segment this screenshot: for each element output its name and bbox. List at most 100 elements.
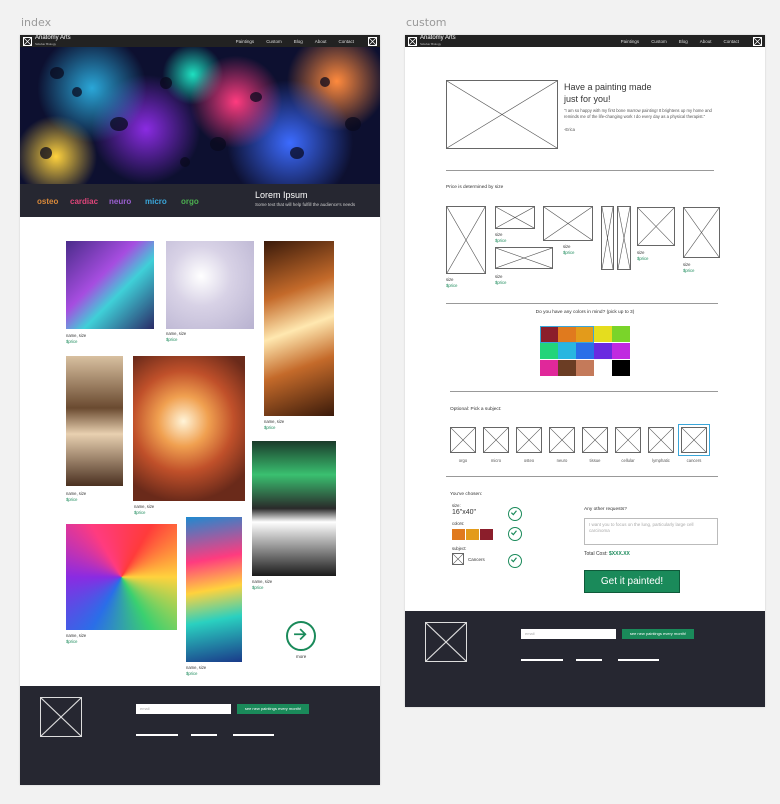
painting-3[interactable] [264,241,334,416]
painting-7[interactable] [66,524,177,630]
painting-1[interactable] [66,241,154,329]
size-option-2[interactable] [495,206,535,229]
nav-link-about[interactable]: About [315,39,327,44]
signup-button[interactable]: see new paintings every month! [237,704,309,714]
sample-painting-placeholder [446,80,558,149]
custom-frame: Anatomy Arts Sidebar Biology Paintings C… [405,35,765,707]
painting-2-caption: name, size $price [166,331,186,342]
color-swatch[interactable] [558,360,576,376]
hero-subtitle: Some text that will help fulfill the aud… [255,202,356,207]
color-swatch[interactable] [594,360,612,376]
subject-label-tissue: tissue [589,458,601,463]
painting-price: $price [166,336,178,342]
color-swatch[interactable] [594,326,612,342]
size-caption: size [683,262,691,267]
more-arrow-button[interactable] [286,621,316,651]
size-option-7[interactable] [637,207,675,246]
subject-option-cancers[interactable] [678,424,710,456]
footer-link-3[interactable] [618,659,659,661]
hero-title: Lorem Ipsum [255,190,308,200]
divider [450,391,718,392]
total-cost: Total Cost: $XXX.XX [584,551,630,557]
index-frame-label: index [21,16,52,29]
nav-link-custom[interactable]: Custom [266,39,282,44]
nav-link-paintings[interactable]: Paintings [236,39,255,44]
category-orgo[interactable]: orgo [181,197,199,206]
requests-textarea[interactable]: I want you to focus on the lung, particu… [584,518,718,545]
painting-2[interactable] [166,241,254,329]
category-micro[interactable]: micro [145,197,167,206]
color-swatch[interactable] [576,326,594,342]
subject-option-tissue[interactable] [582,427,608,453]
painting-8[interactable] [186,517,242,662]
nav-link-blog[interactable]: Blog [679,39,688,44]
subject-option-lymphatic[interactable] [648,427,674,453]
size-option-5[interactable] [601,206,614,270]
size-option-3[interactable] [543,206,593,241]
size-option-6[interactable] [617,206,631,270]
painting-5[interactable] [133,356,245,501]
footer-link-1[interactable] [136,734,178,736]
email-input[interactable]: email [136,704,231,714]
color-swatch[interactable] [540,343,558,359]
subject-option-neuro[interactable] [549,427,575,453]
category-band: osteo cardiac neuro micro orgo Lorem Ips… [20,184,380,217]
color-palette [540,326,630,377]
color-swatch[interactable] [612,343,630,359]
color-swatch[interactable] [576,343,594,359]
nav-link-contact[interactable]: Contact [338,39,354,44]
color-swatch[interactable] [540,360,558,376]
nav-link-custom[interactable]: Custom [651,39,667,44]
brand[interactable]: Anatomy Arts Sidebar Biology [420,35,456,47]
nav-link-paintings[interactable]: Paintings [621,39,640,44]
nav-link-about[interactable]: About [700,39,712,44]
subject-label-orgo: orgo [458,458,468,463]
subject-option-osteo[interactable] [516,427,542,453]
painting-name: name, size [252,579,273,584]
size-price: $price [495,237,507,243]
size-option-8[interactable] [683,207,720,258]
colors-check-icon [508,527,522,541]
nav-link-contact[interactable]: Contact [723,39,739,44]
category-cardiac[interactable]: cardiac [70,197,98,206]
more-label[interactable]: more [296,654,306,659]
size-option-8-caption: size $price [683,262,694,273]
brand[interactable]: Anatomy Arts Sidebar Biology [35,35,71,47]
email-input[interactable]: email [521,629,616,639]
painting-name: name, size [66,333,87,338]
color-swatch[interactable] [540,326,558,342]
subject-option-cellular[interactable] [615,427,641,453]
logo-icon[interactable] [408,36,417,46]
size-caption: size [446,277,454,282]
nav-link-blog[interactable]: Blog [294,39,303,44]
subject-label-micro: micro [490,458,502,463]
painting-name: name, size [66,491,87,496]
painting-price: $price [66,638,78,644]
menu-icon[interactable] [368,36,377,46]
footer-link-2[interactable] [576,659,602,661]
footer-link-3[interactable] [233,734,274,736]
subject-option-micro[interactable] [483,427,509,453]
signup-button[interactable]: see new paintings every month! [622,629,694,639]
subject-option-orgo[interactable] [450,427,476,453]
color-swatch[interactable] [576,360,594,376]
footer-link-1[interactable] [521,659,563,661]
get-it-painted-button[interactable]: Get it painted! [584,570,680,593]
chosen-color-swatch [452,529,465,540]
color-swatch[interactable] [612,360,630,376]
footer-link-2[interactable] [191,734,217,736]
size-option-4[interactable] [495,247,553,269]
color-swatch[interactable] [594,343,612,359]
painting-4[interactable] [66,356,123,486]
color-swatch[interactable] [558,326,576,342]
category-neuro[interactable]: neuro [109,197,131,206]
logo-icon[interactable] [23,36,32,46]
painting-6[interactable] [252,441,336,576]
chosen-subject-label: subject: [452,546,467,551]
color-swatch[interactable] [612,326,630,342]
painting-price: $price [186,670,198,676]
menu-icon[interactable] [753,36,762,46]
color-swatch[interactable] [558,343,576,359]
category-osteo[interactable]: osteo [37,197,58,206]
size-option-1[interactable] [446,206,486,274]
